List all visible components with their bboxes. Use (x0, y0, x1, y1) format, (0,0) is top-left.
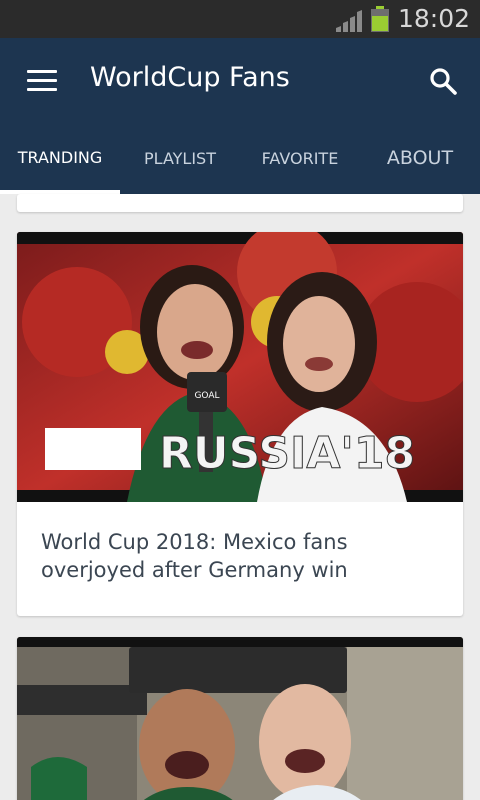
video-card-next[interactable] (17, 637, 463, 800)
battery-icon (371, 6, 389, 32)
video-card[interactable]: GOAL RUSSIA'18 World Cup 2018: Mexico fa… (17, 232, 463, 616)
search-icon[interactable] (428, 66, 458, 96)
tab-playlist[interactable]: PLAYLIST (120, 122, 240, 194)
tab-bar: TRANDING PLAYLIST FAVORITE ABOUT (0, 122, 480, 194)
video-card-previous[interactable] (17, 194, 463, 212)
menu-icon[interactable] (27, 70, 57, 92)
signal-icon (336, 10, 362, 32)
video-thumbnail-next[interactable] (17, 637, 463, 800)
status-time: 18:02 (398, 4, 471, 33)
tab-tranding[interactable]: TRANDING (0, 122, 120, 194)
video-title[interactable]: World Cup 2018: Mexico fans overjoyed af… (41, 528, 441, 584)
status-bar: 18:02 (0, 0, 480, 38)
mic-badge-text: GOAL (194, 391, 219, 401)
tab-favorite[interactable]: FAVORITE (240, 122, 360, 194)
app-bar: WorldCup Fans (0, 38, 480, 122)
app-title: WorldCup Fans (90, 62, 290, 93)
tab-about[interactable]: ABOUT (360, 122, 480, 194)
thumbnail-overlay-text: RUSSIA'18 (159, 428, 415, 479)
video-thumbnail[interactable]: GOAL RUSSIA'18 (17, 232, 463, 502)
